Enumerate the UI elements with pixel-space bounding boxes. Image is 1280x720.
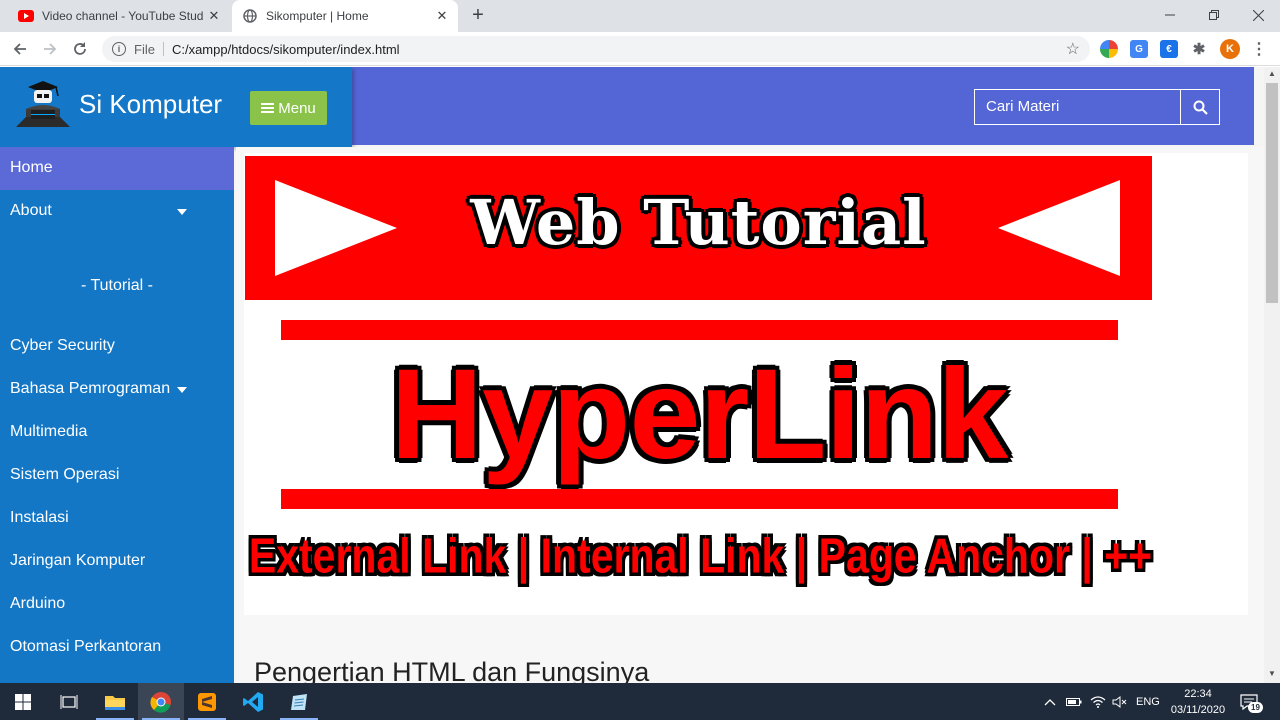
- input-language[interactable]: ENG: [1136, 683, 1160, 720]
- sidebar-item-sistem-operasi[interactable]: Sistem Operasi: [0, 454, 234, 497]
- sidebar-item-otomasi-perkantoran[interactable]: Otomasi Perkantoran: [0, 626, 234, 669]
- search-button[interactable]: [1181, 90, 1219, 124]
- banner-top-text: Web Tutorial: [470, 186, 927, 259]
- windows-start-icon[interactable]: [0, 683, 46, 720]
- youtube-icon: [18, 8, 34, 24]
- site-logo-icon[interactable]: [14, 79, 72, 131]
- sidebar-item-label: Sistem Operasi: [10, 466, 120, 483]
- minimize-window-icon[interactable]: [1148, 0, 1192, 30]
- notepad-icon[interactable]: [276, 683, 322, 720]
- system-clock[interactable]: 22:34 03/11/2020: [1164, 686, 1232, 718]
- sidebar-item-about[interactable]: About: [0, 190, 234, 233]
- sidebar-item-label: Cyber Security: [10, 337, 115, 354]
- windows-taskbar: ENG 22:34 03/11/2020 19: [0, 683, 1280, 720]
- scroll-up-arrow-icon[interactable]: ▲: [1264, 67, 1280, 81]
- close-tab-icon[interactable]: ✕: [432, 8, 452, 24]
- sidebar-item-label: Jaringan Komputer: [10, 552, 146, 569]
- banner-subtitle-text: External Link | Internal Link | Page Anc…: [248, 528, 1153, 584]
- menu-button-label: Menu: [278, 99, 316, 117]
- page-viewport: Si Komputer Menu Cari Materi Home About …: [0, 67, 1264, 683]
- kebab-menu-icon[interactable]: ⋮: [1250, 40, 1268, 58]
- sidebar-item-label: About: [10, 202, 52, 219]
- tab-title: Video channel - YouTube Studio: [42, 9, 204, 23]
- scrollbar-thumb[interactable]: [1266, 83, 1278, 303]
- back-arrow-icon[interactable]: [8, 37, 32, 61]
- sidebar-item-jaringan-komputer[interactable]: Jaringan Komputer: [0, 540, 234, 583]
- sidebar-item-label: Instalasi: [10, 509, 69, 526]
- banner-top-strip: Web Tutorial: [245, 156, 1152, 300]
- caret-down-icon: [177, 209, 187, 215]
- show-hidden-icons-chevron-icon[interactable]: [1044, 683, 1056, 720]
- profile-avatar[interactable]: K: [1220, 39, 1240, 59]
- sidebar-section-heading: - Tutorial -: [80, 277, 153, 294]
- brand-area: Si Komputer Menu: [0, 67, 352, 147]
- banner-lower-bar: [281, 489, 1118, 509]
- site-brand-name[interactable]: Si Komputer: [79, 89, 222, 120]
- article-title[interactable]: Pengertian HTML dan Fungsinya: [254, 657, 649, 683]
- address-separator: [162, 42, 164, 56]
- address-scheme-label: File: [134, 41, 155, 57]
- new-tab-button[interactable]: +: [466, 4, 490, 28]
- browser-tab-bar: Video channel - YouTube Studio ✕ Sikompu…: [0, 0, 1280, 32]
- page-scrollbar[interactable]: ▲ ▼: [1264, 67, 1280, 683]
- main-content: Web Tutorial HyperLink External Link | I…: [236, 147, 1264, 683]
- sidebar-item-instalasi[interactable]: Instalasi: [0, 497, 234, 540]
- hamburger-icon: [261, 101, 275, 115]
- bookmark-star-icon[interactable]: ☆: [1066, 39, 1080, 59]
- info-icon[interactable]: i: [112, 42, 126, 56]
- search-icon: [1193, 100, 1208, 115]
- sublime-text-icon[interactable]: [184, 683, 230, 720]
- browser-tab-youtube-studio[interactable]: Video channel - YouTube Studio ✕: [8, 0, 230, 32]
- chrome-icon[interactable]: [138, 683, 184, 720]
- task-view-icon[interactable]: [46, 683, 92, 720]
- reload-icon[interactable]: [68, 37, 92, 61]
- address-bar[interactable]: i File C:/xampp/htdocs/sikomputer/index.…: [102, 36, 1090, 62]
- currency-extension-icon[interactable]: €: [1160, 40, 1178, 58]
- tab-title: Sikomputer | Home: [266, 9, 369, 23]
- scroll-down-arrow-icon[interactable]: ▼: [1264, 667, 1280, 681]
- sidebar-item-bahasa-pemrograman[interactable]: Bahasa Pemrograman: [0, 368, 234, 411]
- close-window-icon[interactable]: [1236, 0, 1280, 30]
- restore-window-icon[interactable]: [1192, 0, 1236, 30]
- menu-toggle-button[interactable]: Menu: [250, 91, 327, 125]
- close-tab-icon[interactable]: ✕: [204, 8, 224, 24]
- file-explorer-icon[interactable]: [92, 683, 138, 720]
- browser-toolbar: i File C:/xampp/htdocs/sikomputer/index.…: [0, 32, 1280, 66]
- sidebar-item-label: Multimedia: [10, 423, 88, 440]
- sidebar-item-home[interactable]: Home: [0, 147, 234, 190]
- caret-down-icon: [177, 387, 187, 393]
- banner-upper-bar: [281, 320, 1118, 340]
- color-picker-extension-icon[interactable]: [1100, 40, 1118, 58]
- notification-count-badge: 19: [1248, 702, 1263, 713]
- battery-icon[interactable]: [1066, 683, 1082, 720]
- sidebar-item-label: Bahasa Pemrograman: [10, 380, 171, 397]
- sidebar-item-label: Home: [10, 159, 53, 176]
- sidebar-item-cyber-security[interactable]: Cyber Security: [0, 325, 234, 368]
- puzzle-extensions-icon[interactable]: ✱: [1190, 40, 1208, 58]
- sidebar-item-label: Otomasi Perkantoran: [10, 638, 162, 655]
- sidebar-item-label: Arduino: [10, 595, 66, 612]
- address-url[interactable]: C:/xampp/htdocs/sikomputer/index.html: [172, 42, 400, 57]
- browser-tab-sikomputer[interactable]: Sikomputer | Home ✕: [232, 0, 458, 32]
- forward-arrow-icon[interactable]: [38, 37, 62, 61]
- search-input[interactable]: Cari Materi: [975, 90, 1181, 124]
- vscode-icon[interactable]: [230, 683, 276, 720]
- translate-extension-icon[interactable]: G: [1130, 40, 1148, 58]
- globe-icon: [242, 8, 258, 24]
- clock-time: 22:34: [1184, 688, 1212, 700]
- sidebar-item-multimedia[interactable]: Multimedia: [0, 411, 234, 454]
- wifi-icon[interactable]: [1090, 683, 1106, 720]
- search-form: Cari Materi: [974, 89, 1220, 125]
- clock-date: 03/11/2020: [1170, 704, 1226, 716]
- notification-center-icon[interactable]: 19: [1240, 683, 1263, 720]
- banner-main-text: HyperLink: [390, 343, 1009, 486]
- tutorial-banner-image[interactable]: Web Tutorial HyperLink External Link | I…: [244, 153, 1248, 615]
- sidebar-item-arduino[interactable]: Arduino: [0, 583, 234, 626]
- sidebar: Home About - Tutorial - Cyber Security B…: [0, 147, 234, 683]
- volume-muted-icon[interactable]: [1112, 683, 1128, 720]
